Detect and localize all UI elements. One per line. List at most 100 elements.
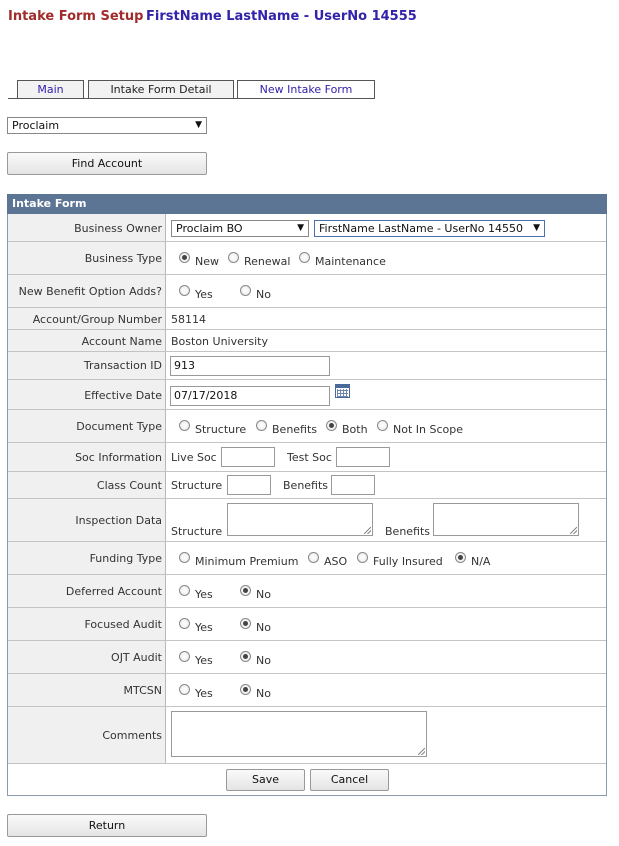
user-info: FirstName LastName - UserNo 14555 xyxy=(146,9,417,24)
inspection-benefits-label: Benefits xyxy=(385,525,431,538)
inspection-benefits-textarea[interactable] xyxy=(433,503,579,536)
deferred-account-label: Deferred Account xyxy=(65,585,162,598)
business-type-renewal-label: Renewal xyxy=(244,255,291,268)
form-header: Intake Form xyxy=(7,194,607,214)
funding-aso-label: ASO xyxy=(324,555,348,568)
row-divider xyxy=(8,574,606,575)
mtcsn-no-label: No xyxy=(256,687,271,700)
return-button[interactable]: Return xyxy=(7,814,207,837)
radio-document-type-both[interactable] xyxy=(326,420,337,431)
row-divider xyxy=(8,640,606,641)
tab-intake-form-detail[interactable]: Intake Form Detail xyxy=(88,80,234,98)
row-divider xyxy=(8,241,606,242)
deferred-no-label: No xyxy=(256,588,271,601)
transaction-id-label: Transaction ID xyxy=(83,359,162,372)
transaction-id-input[interactable]: 913 xyxy=(170,356,330,376)
document-type-label: Document Type xyxy=(76,420,162,433)
row-divider xyxy=(8,307,606,308)
live-soc-input[interactable] xyxy=(221,447,275,467)
class-count-structure-input[interactable] xyxy=(227,475,271,495)
test-soc-label: Test Soc xyxy=(287,451,332,464)
test-soc-input[interactable] xyxy=(336,447,390,467)
comments-textarea[interactable] xyxy=(171,711,427,757)
radio-ojt-no[interactable] xyxy=(240,651,251,662)
account-name-label: Account Name xyxy=(81,335,162,348)
row-divider xyxy=(8,471,606,472)
radio-document-type-benefits[interactable] xyxy=(256,420,267,431)
business-type-label: Business Type xyxy=(84,252,162,265)
radio-business-type-renewal[interactable] xyxy=(228,252,239,263)
radio-document-type-not-in-scope[interactable] xyxy=(377,420,388,431)
account-group-value: 58114 xyxy=(171,313,206,326)
class-count-benefits-input[interactable] xyxy=(331,475,375,495)
radio-funding-fully-insured[interactable] xyxy=(357,552,368,563)
funding-na-label: N/A xyxy=(471,555,491,568)
class-count-label: Class Count xyxy=(96,479,162,492)
resize-grip-icon[interactable] xyxy=(418,748,425,755)
new-benefit-label: New Benefit Option Adds? xyxy=(18,285,162,298)
row-divider xyxy=(8,763,606,764)
radio-deferred-yes[interactable] xyxy=(179,585,190,596)
radio-new-benefit-yes[interactable] xyxy=(179,285,190,296)
cancel-button[interactable]: Cancel xyxy=(310,769,389,791)
radio-deferred-no[interactable] xyxy=(240,585,251,596)
tab-main[interactable]: Main xyxy=(17,80,84,98)
radio-document-type-structure[interactable] xyxy=(179,420,190,431)
row-divider xyxy=(8,409,606,410)
mtcsn-label: MTCSN xyxy=(123,684,162,697)
funding-type-label: Funding Type xyxy=(89,552,162,565)
soc-information-label: Soc Information xyxy=(75,451,162,464)
new-benefit-yes-label: Yes xyxy=(195,288,213,301)
mtcsn-yes-label: Yes xyxy=(195,687,213,700)
focused-no-label: No xyxy=(256,621,271,634)
tab-new-intake-form[interactable]: New Intake Form xyxy=(237,80,375,99)
resize-grip-icon[interactable] xyxy=(570,527,577,534)
inspection-data-label: Inspection Data xyxy=(75,514,162,527)
radio-ojt-yes[interactable] xyxy=(179,651,190,662)
chevron-down-icon: ▼ xyxy=(533,223,540,233)
inspection-structure-textarea[interactable] xyxy=(227,503,373,536)
business-owner-value: Proclaim BO xyxy=(176,222,243,235)
row-divider xyxy=(8,274,606,275)
radio-mtcsn-no[interactable] xyxy=(240,684,251,695)
radio-funding-minimum-premium[interactable] xyxy=(179,552,190,563)
ojt-yes-label: Yes xyxy=(195,654,213,667)
row-divider xyxy=(8,498,606,499)
effective-date-input[interactable]: 07/17/2018 xyxy=(170,386,330,406)
tab-divider xyxy=(8,98,375,99)
focused-yes-label: Yes xyxy=(195,621,213,634)
radio-business-type-maintenance[interactable] xyxy=(299,252,310,263)
business-owner-label: Business Owner xyxy=(74,222,162,235)
business-owner-user-value: FirstName LastName - UserNo 14550 xyxy=(319,222,523,235)
radio-funding-aso[interactable] xyxy=(308,552,319,563)
radio-new-benefit-no[interactable] xyxy=(240,285,251,296)
class-count-benefits-label: Benefits xyxy=(283,479,329,492)
document-type-both-label: Both xyxy=(342,423,368,436)
radio-focused-no[interactable] xyxy=(240,618,251,629)
radio-focused-yes[interactable] xyxy=(179,618,190,629)
save-button[interactable]: Save xyxy=(226,769,305,791)
account-name-value: Boston University xyxy=(171,335,269,348)
calendar-icon[interactable] xyxy=(335,384,350,398)
business-type-maintenance-label: Maintenance xyxy=(315,255,386,268)
class-count-structure-label: Structure xyxy=(171,479,223,492)
radio-mtcsn-yes[interactable] xyxy=(179,684,190,695)
resize-grip-icon[interactable] xyxy=(364,527,371,534)
document-type-benefits-label: Benefits xyxy=(272,423,318,436)
focused-audit-label: Focused Audit xyxy=(84,618,162,631)
funding-fully-insured-label: Fully Insured xyxy=(373,555,443,568)
live-soc-label: Live Soc xyxy=(171,451,217,464)
row-divider xyxy=(8,673,606,674)
row-divider xyxy=(8,541,606,542)
row-divider xyxy=(8,379,606,380)
radio-business-type-new[interactable] xyxy=(179,252,190,263)
company-select[interactable]: Proclaim ▼ xyxy=(7,117,207,134)
business-owner-user-select[interactable]: FirstName LastName - UserNo 14550 ▼ xyxy=(314,220,545,237)
radio-funding-na[interactable] xyxy=(455,552,466,563)
effective-date-label: Effective Date xyxy=(84,389,162,402)
row-divider xyxy=(8,329,606,330)
business-owner-select[interactable]: Proclaim BO ▼ xyxy=(171,220,309,237)
new-benefit-no-label: No xyxy=(256,288,271,301)
find-account-button[interactable]: Find Account xyxy=(7,152,207,175)
comments-label: Comments xyxy=(102,729,162,742)
